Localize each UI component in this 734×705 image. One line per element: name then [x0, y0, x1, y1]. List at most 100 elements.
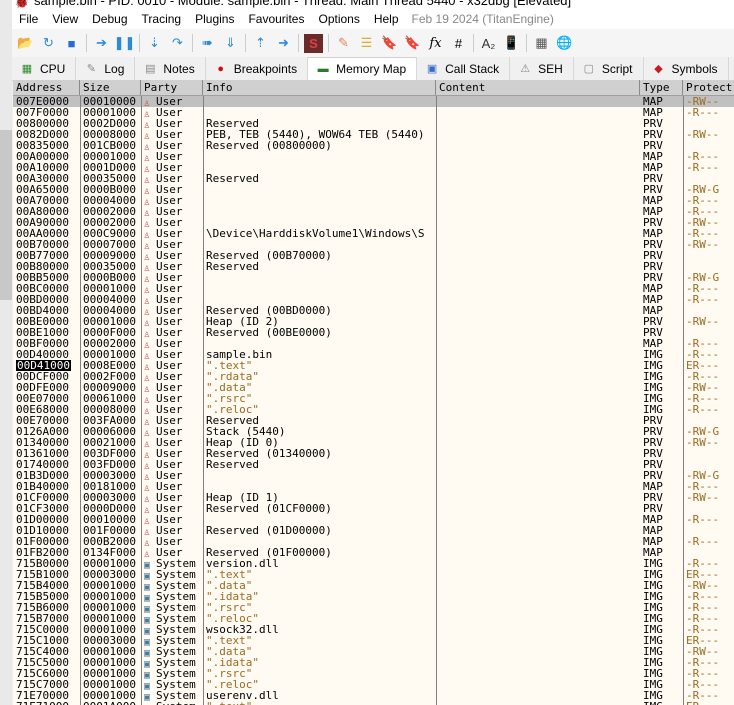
table-row[interactable]: 71E70000 00001000 ▣ System userenv.dll IMG -R-… — [13, 690, 734, 701]
table-row[interactable]: 715C5000 00001000 ▣ System ".idata" IMG -R--- — [13, 657, 734, 668]
table-row[interactable]: 715B5000 00001000 ▣ System ".idata" IMG -R--- — [13, 591, 734, 602]
stop-icon[interactable]: ■ — [62, 34, 81, 53]
column-header-address[interactable]: Address — [13, 80, 80, 95]
tab-breakpoints[interactable]: ● Breakpoints — [205, 57, 309, 80]
table-row[interactable]: 01B3D000 00003000 ♙ User PRV -RW-G — [13, 470, 734, 481]
table-row[interactable]: 01F00000 000B2000 ♙ User MAP -R--- — [13, 536, 734, 547]
table-row[interactable]: 01B40000 00181000 ♙ User MAP -R--- — [13, 481, 734, 492]
table-row[interactable]: 00B70000 00007000 ♙ User PRV -RW-- — [13, 239, 734, 250]
menu-plugins[interactable]: Plugins — [188, 12, 241, 26]
table-row[interactable]: 01340000 00021000 ♙ User Heap (ID 0) PRV -RW-- — [13, 437, 734, 448]
patches-icon[interactable]: ✎ — [334, 34, 353, 53]
step-into-icon[interactable]: ⇣ — [145, 34, 164, 53]
table-row[interactable]: 00A70000 00004000 ♙ User MAP -R--- — [13, 195, 734, 206]
table-row[interactable]: 715C6000 00001000 ▣ System ".rsrc" IMG -R--- — [13, 668, 734, 679]
tab-memory-map[interactable]: ▬ Memory Map — [308, 57, 418, 80]
font-icon[interactable]: A₂ — [479, 34, 498, 53]
table-row[interactable]: 00B80000 00035000 ♙ User Reserved PRV — [13, 261, 734, 272]
table-row[interactable]: 00800000 0002D000 ♙ User Reserved PRV — [13, 118, 734, 129]
menu-tracing[interactable]: Tracing — [135, 12, 189, 26]
pause-icon[interactable]: ❚❚ — [114, 34, 136, 53]
tab-cpu[interactable]: ▦ CPU — [12, 57, 77, 80]
labels-icon[interactable]: 🔖 — [380, 34, 399, 53]
table-row[interactable]: 00B77000 00009000 ♙ User Reserved (00B70000)… — [13, 250, 734, 261]
table-row[interactable]: 71E71000 0001A000 ▣System ".text" IMG ER--- — [13, 701, 734, 705]
step-over-icon[interactable]: ↷ — [168, 34, 187, 53]
tab-symbols[interactable]: ◆ Symbols — [643, 57, 729, 80]
table-row[interactable]: 0082D000 00008000 ♙ User PEB, TEB (5440), WO… — [13, 129, 734, 140]
device-icon[interactable]: 📱 — [502, 34, 521, 53]
table-row[interactable]: 00A10000 0001D000 ♙ User MAP -R--- — [13, 162, 734, 173]
functions-icon[interactable]: fx — [426, 34, 445, 53]
run-icon[interactable]: ➔ — [92, 34, 111, 53]
table-row[interactable]: 715C1000 00003000 ▣ System ".text" IMG ER--- — [13, 635, 734, 646]
table-row[interactable]: 01CF0000 00003000 ♙ User Heap (ID 1) PRV -RW-- — [13, 492, 734, 503]
tab-script[interactable]: ▢ Script — [573, 57, 644, 80]
tab-log[interactable]: ✎ Log — [76, 57, 136, 80]
table-row[interactable]: 715B0000 00001000 ▣ System version.dll IMG -R-… — [13, 558, 734, 569]
table-row[interactable]: 01740000 003FD000 ♙ User Reserved PRV — [13, 459, 734, 470]
menu-file[interactable]: File — [12, 12, 45, 26]
column-header-party[interactable]: Party — [141, 80, 203, 95]
column-header-content[interactable]: Content — [436, 80, 640, 95]
table-row[interactable]: 0126A000 00006000 ♙ User Stack (5440) PRV -RW-… — [13, 426, 734, 437]
column-header-size[interactable]: Size — [80, 80, 141, 95]
table-row[interactable]: 00BD4000 00004000 ♙ User Reserved (00BD0000)… — [13, 305, 734, 316]
table-row[interactable]: 00BE0000 00001000 ♙ User Heap (ID 2) PRV -RW-- — [13, 316, 734, 327]
table-row[interactable]: 01FB2000 0134F000 ♙ User Reserved (01F00000)… — [13, 547, 734, 558]
table-row[interactable]: 00835000 001CB000 ♙ User Reserved (00800000)… — [13, 140, 734, 151]
table-row[interactable]: 715C0000 00001000 ▣ System wsock32.dll IMG -R-… — [13, 624, 734, 635]
table-row[interactable]: 007F0000 00001000 ♙ User MAP -R--- — [13, 107, 734, 118]
table-row[interactable]: 715B7000 00001000 ▣ System ".reloc" IMG -R--- — [13, 613, 734, 624]
bookmarks-icon[interactable]: 🔖 — [403, 34, 422, 53]
calculator-icon[interactable]: ▦ — [532, 34, 551, 53]
trace-into-icon[interactable]: ➠ — [198, 34, 217, 53]
table-row[interactable]: 00A65000 0000B000 ♙ User PRV -RW-G — [13, 184, 734, 195]
menu-view[interactable]: View — [45, 12, 85, 26]
table-row[interactable]: 715B4000 00001000 ▣ System ".data" IMG -RW-- — [13, 580, 734, 591]
table-row[interactable]: 007E0000 00010000 ♙ User MAP -RW-- — [13, 96, 734, 107]
run-to-user-code-icon[interactable]: ➜ — [274, 34, 293, 53]
trace-over-icon[interactable]: ⇓ — [221, 34, 240, 53]
tab-call-stack[interactable]: ▣ Call Stack — [417, 57, 511, 80]
table-row[interactable]: 01D10000 001F0000 ♙ User Reserved (01D00000)… — [13, 525, 734, 536]
menu-help[interactable]: Help — [367, 12, 406, 26]
globe-icon[interactable]: 🌐 — [555, 34, 574, 53]
column-header-info[interactable]: Info — [203, 80, 436, 95]
execute-till-return-icon[interactable]: ⇡ — [251, 34, 270, 53]
table-row[interactable]: 01361000 003DF000 ♙ User Reserved (01340000)… — [13, 448, 734, 459]
table-row[interactable]: 00DFE000 00009000 ♙ User ".data" IMG -RW-- — [13, 382, 734, 393]
restart-icon[interactable]: ↻ — [39, 34, 58, 53]
tab-seh[interactable]: ⚠ SEH — [510, 57, 574, 80]
table-row[interactable]: 00BC0000 00001000 ♙ User MAP -R--- — [13, 283, 734, 294]
table-row[interactable]: 715C4000 00001000 ▣ System ".data" IMG -RW-- — [13, 646, 734, 657]
table-row[interactable]: 00A90000 00002000 ♙ User PRV -RW-- — [13, 217, 734, 228]
table-row[interactable]: 00E07000 00061000 ♙ User ".rsrc" IMG -R--- — [13, 393, 734, 404]
comments-icon[interactable]: ☰ — [357, 34, 376, 53]
table-row[interactable]: 00A00000 00001000 ♙ User MAP -R--- — [13, 151, 734, 162]
table-row[interactable]: 00AA0000 000C9000 ♙ User \Device\HarddiskVol… — [13, 228, 734, 239]
table-row[interactable]: 715B1000 00003000 ▣ System ".text" IMG ER--- — [13, 569, 734, 580]
table-row[interactable]: 00D41000 0008E000 ♙ User ".text" IMG ER--- — [13, 360, 734, 371]
column-header-type[interactable]: Type — [640, 80, 683, 95]
menu-options[interactable]: Options — [311, 12, 366, 26]
table-row[interactable]: 00BF0000 00002000 ♙ User MAP -R--- — [13, 338, 734, 349]
table-row[interactable]: 00A80000 00002000 ♙ User MAP -R--- — [13, 206, 734, 217]
hash-icon[interactable]: # — [449, 34, 468, 53]
open-icon[interactable]: 📂 — [16, 34, 35, 53]
menu-debug[interactable]: Debug — [85, 12, 134, 26]
menu-favourites[interactable]: Favourites — [241, 12, 311, 26]
table-row[interactable]: 00BE1000 0000F000 ♙ User Reserved (00BE0000)… — [13, 327, 734, 338]
table-row[interactable]: 00BD0000 00004000 ♙ User MAP -R--- — [13, 294, 734, 305]
table-row[interactable]: 715B6000 00001000 ▣ System ".rsrc" IMG -R--- — [13, 602, 734, 613]
table-row[interactable]: 00DCF000 0002F000 ♙ User ".rdata" IMG -R--- — [13, 371, 734, 382]
tab-notes[interactable]: ▤ Notes — [135, 57, 206, 80]
table-row[interactable]: 01CF3000 0000D000 ♙ User Reserved (01CF0000)… — [13, 503, 734, 514]
scylla-icon[interactable]: S — [304, 33, 323, 53]
table-row[interactable]: 00BB5000 0000B000 ♙ User PRV -RW-G — [13, 272, 734, 283]
table-row[interactable]: 00E68000 00008000 ♙ User ".reloc" IMG -R--- — [13, 404, 734, 415]
table-row[interactable]: 00E70000 003FA000 ♙ User Reserved PRV — [13, 415, 734, 426]
table-row[interactable]: 00A30000 00035000 ♙ User Reserved PRV — [13, 173, 734, 184]
table-row[interactable]: 715C7000 00001000 ▣ System ".reloc" IMG -R--- — [13, 679, 734, 690]
table-row[interactable]: 00D40000 00001000 ♙ User sample.bin IMG -R--- — [13, 349, 734, 360]
